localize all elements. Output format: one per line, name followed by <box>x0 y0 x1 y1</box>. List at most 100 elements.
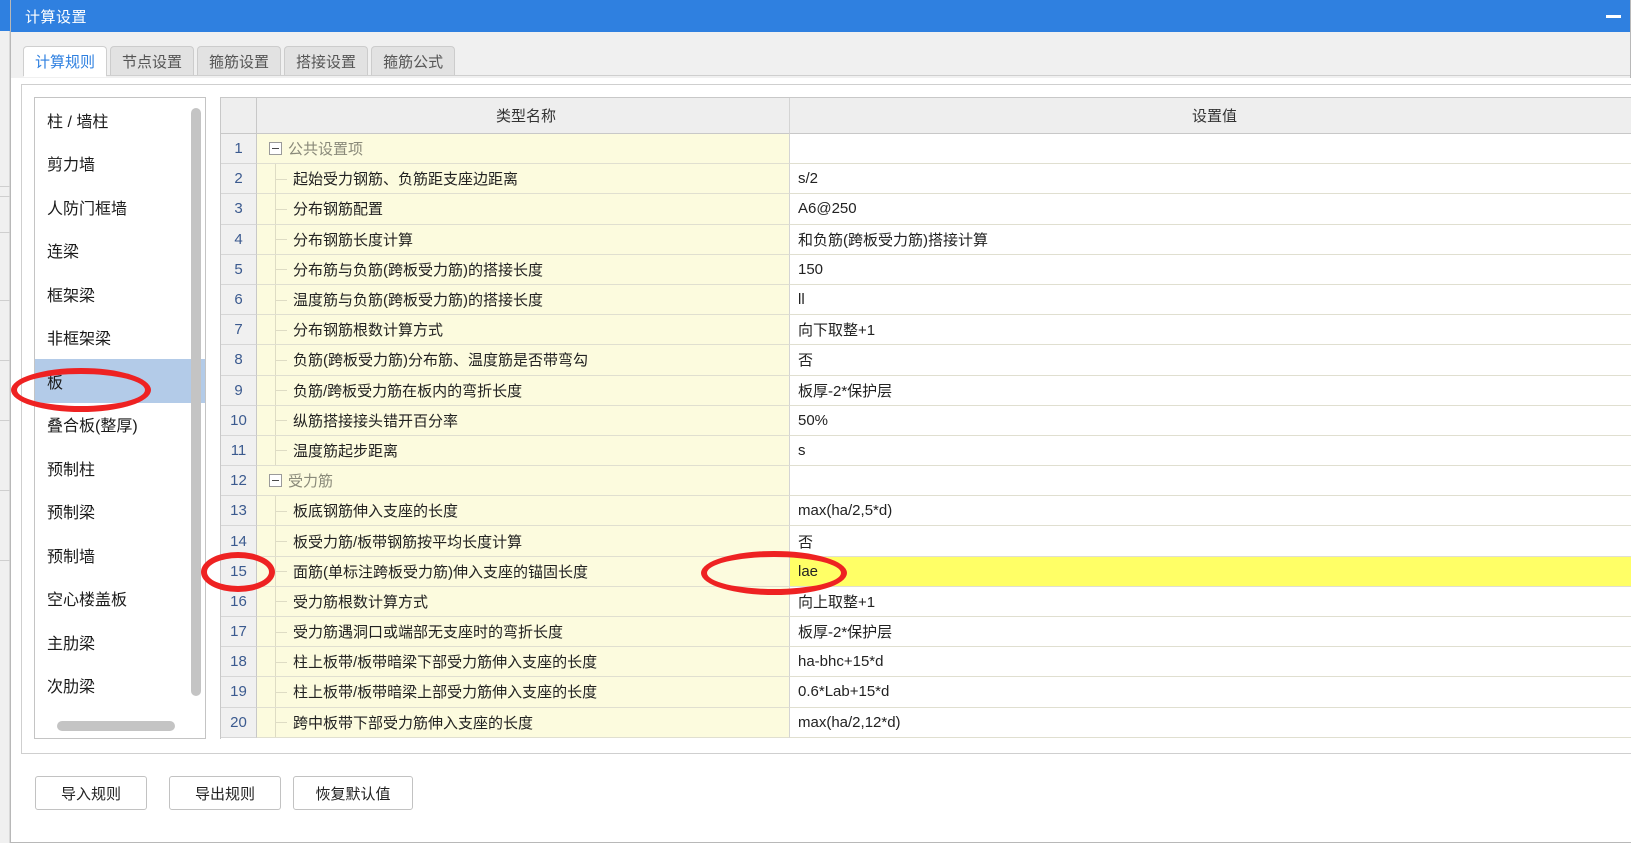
collapse-minus-icon[interactable] <box>269 474 282 488</box>
type-name-cell[interactable]: 受力筋 <box>257 466 790 497</box>
setting-value-cell[interactable]: 和负筋(跨板受力筋)搭接计算 <box>790 224 1631 255</box>
tab-0[interactable]: 计算规则 <box>23 46 108 77</box>
setting-value-cell[interactable]: 50% <box>790 405 1631 436</box>
type-name-cell[interactable]: 温度筋起步距离 <box>257 435 790 467</box>
type-name-cell[interactable]: 纵筋搭接接头错开百分率 <box>257 405 790 436</box>
table-row[interactable]: 5 分布筋与负筋(跨板受力筋)的搭接长度 150 <box>221 254 1631 285</box>
tree-branch-line <box>263 194 289 224</box>
type-name-cell[interactable]: 分布钢筋长度计算 <box>257 224 790 255</box>
table-row[interactable]: 2 起始受力钢筋、负筋距支座边距离 s/2 <box>221 164 1631 195</box>
table-row[interactable]: 17 受力筋遇洞口或端部无支座时的弯折长度 板厚-2*保护层 <box>221 617 1631 648</box>
type-name-cell[interactable]: 公共设置项 <box>257 134 790 165</box>
tab-2[interactable]: 箍筋设置 <box>197 46 282 76</box>
tab-1[interactable]: 节点设置 <box>110 46 195 76</box>
table-row[interactable]: 12 受力筋 <box>221 466 1631 497</box>
setting-value-cell[interactable]: 150 <box>790 254 1631 285</box>
sidebar-item-8[interactable]: 预制柱 <box>35 446 205 490</box>
sidebar-item-9[interactable]: 预制梁 <box>35 490 205 534</box>
setting-value-cell[interactable]: 向下取整+1 <box>790 315 1631 346</box>
sidebar-item-1[interactable]: 剪力墙 <box>35 142 205 186</box>
type-name-cell[interactable]: 起始受力钢筋、负筋距支座边距离 <box>257 164 790 195</box>
table-row[interactable]: 10 纵筋搭接接头错开百分率 50% <box>221 405 1631 436</box>
sidebar-horizontal-scrollbar[interactable] <box>57 721 175 731</box>
sidebar-item-13[interactable]: 次肋梁 <box>35 664 205 708</box>
sidebar-item-11[interactable]: 空心楼盖板 <box>35 577 205 621</box>
table-row[interactable]: 14 板受力筋/板带钢筋按平均长度计算 否 <box>221 526 1631 557</box>
sidebar-item-6[interactable]: 板 <box>35 359 205 403</box>
setting-value-cell[interactable]: lae <box>790 556 1631 587</box>
type-name-cell[interactable]: 分布钢筋配置 <box>257 194 790 225</box>
sidebar-item-0[interactable]: 柱 / 墙柱 <box>35 98 205 142</box>
table-row[interactable]: 9 负筋/跨板受力筋在板内的弯折长度 板厚-2*保护层 <box>221 375 1631 406</box>
sidebar-vertical-scrollbar[interactable] <box>191 108 201 696</box>
table-row[interactable]: 15 面筋(单标注跨板受力筋)伸入支座的锚固长度 lae <box>221 556 1631 587</box>
table-row[interactable]: 4 分布钢筋长度计算 和负筋(跨板受力筋)搭接计算 <box>221 224 1631 255</box>
setting-value-cell[interactable]: 向上取整+1 <box>790 586 1631 617</box>
minimize-icon[interactable] <box>1596 0 1630 32</box>
grid-header-setting-value[interactable]: 设置值 <box>790 98 1631 134</box>
setting-value-cell[interactable]: max(ha/2,5*d) <box>790 496 1631 527</box>
setting-value-cell[interactable]: s/2 <box>790 164 1631 195</box>
type-name-cell[interactable]: 温度筋与负筋(跨板受力筋)的搭接长度 <box>257 284 790 316</box>
setting-value-cell[interactable]: 板厚-2*保护层 <box>790 617 1631 648</box>
type-name-cell[interactable]: 面筋(单标注跨板受力筋)伸入支座的锚固长度 <box>257 556 790 587</box>
tree-branch-line <box>263 284 289 315</box>
table-row[interactable]: 20 跨中板带下部受力筋伸入支座的长度 max(ha/2,12*d) <box>221 707 1631 738</box>
type-name-cell[interactable]: 受力筋根数计算方式 <box>257 586 790 617</box>
footer-button-2[interactable]: 恢复默认值 <box>293 776 413 810</box>
setting-value-cell[interactable]: s <box>790 435 1631 467</box>
tree-branch-line <box>263 375 289 405</box>
setting-value-cell[interactable]: ll <box>790 284 1631 316</box>
setting-value-cell[interactable]: max(ha/2,12*d) <box>790 707 1631 738</box>
type-name-cell[interactable]: 柱上板带/板带暗梁下部受力筋伸入支座的长度 <box>257 647 790 678</box>
tab-4[interactable]: 箍筋公式 <box>371 46 456 76</box>
footer-button-label: 导入规则 <box>60 785 121 803</box>
type-name-cell[interactable]: 分布筋与负筋(跨板受力筋)的搭接长度 <box>257 254 790 285</box>
setting-value-cell[interactable]: ha-bhc+15*d <box>790 647 1631 678</box>
table-row[interactable]: 19 柱上板带/板带暗梁上部受力筋伸入支座的长度 0.6*Lab+15*d <box>221 677 1631 708</box>
sidebar-item-5[interactable]: 非框架梁 <box>35 316 205 360</box>
sidebar-item-10[interactable]: 预制墙 <box>35 533 205 577</box>
sidebar-item-label: 预制梁 <box>47 505 96 523</box>
type-name-cell[interactable]: 负筋/跨板受力筋在板内的弯折长度 <box>257 375 790 406</box>
type-name-cell[interactable]: 负筋(跨板受力筋)分布筋、温度筋是否带弯勾 <box>257 345 790 376</box>
type-name-cell[interactable]: 跨中板带下部受力筋伸入支座的长度 <box>257 707 790 738</box>
footer-button-1[interactable]: 导出规则 <box>169 776 281 810</box>
setting-value-cell[interactable] <box>790 134 1631 165</box>
type-name-cell[interactable]: 板底钢筋伸入支座的长度 <box>257 496 790 527</box>
table-row[interactable]: 11 温度筋起步距离 s <box>221 435 1631 467</box>
setting-value-cell[interactable]: A6@250 <box>790 194 1631 225</box>
table-row[interactable]: 13 板底钢筋伸入支座的长度 max(ha/2,5*d) <box>221 496 1631 527</box>
setting-value-cell[interactable]: 0.6*Lab+15*d <box>790 677 1631 708</box>
tree-branch-line <box>263 315 289 345</box>
sidebar-item-2[interactable]: 人防门框墙 <box>35 185 205 229</box>
setting-name-label: 分布钢筋根数计算方式 <box>293 322 444 340</box>
type-name-cell[interactable]: 柱上板带/板带暗梁上部受力筋伸入支座的长度 <box>257 677 790 708</box>
setting-value-cell[interactable]: 板厚-2*保护层 <box>790 375 1631 406</box>
tree-branch-line <box>263 677 289 707</box>
grid-body: 1 公共设置项 2 起始受力钢筋、负筋距支座边距离 s/2 3 分布钢筋配置 A6@250 4 分… <box>221 134 1631 738</box>
tab-3[interactable]: 搭接设置 <box>284 46 369 76</box>
type-name-cell[interactable]: 受力筋遇洞口或端部无支座时的弯折长度 <box>257 617 790 648</box>
table-row[interactable]: 8 负筋(跨板受力筋)分布筋、温度筋是否带弯勾 否 <box>221 345 1631 376</box>
table-row[interactable]: 7 分布钢筋根数计算方式 向下取整+1 <box>221 315 1631 346</box>
sidebar-item-4[interactable]: 框架梁 <box>35 272 205 316</box>
sidebar-item-3[interactable]: 连梁 <box>35 229 205 273</box>
table-row[interactable]: 3 分布钢筋配置 A6@250 <box>221 194 1631 225</box>
table-row[interactable]: 18 柱上板带/板带暗梁下部受力筋伸入支座的长度 ha-bhc+15*d <box>221 647 1631 678</box>
collapse-minus-icon[interactable] <box>269 142 282 156</box>
table-row[interactable]: 1 公共设置项 <box>221 134 1631 165</box>
type-name-cell[interactable]: 分布钢筋根数计算方式 <box>257 315 790 346</box>
table-row[interactable]: 16 受力筋根数计算方式 向上取整+1 <box>221 586 1631 617</box>
setting-value-cell[interactable] <box>790 466 1631 497</box>
type-name-cell[interactable]: 板受力筋/板带钢筋按平均长度计算 <box>257 526 790 557</box>
setting-value-cell[interactable]: 否 <box>790 345 1631 376</box>
footer-button-0[interactable]: 导入规则 <box>35 776 147 810</box>
tab-label: 箍筋公式 <box>383 54 444 71</box>
tree-branch-line <box>263 707 289 737</box>
setting-value-cell[interactable]: 否 <box>790 526 1631 557</box>
grid-header-type-name[interactable]: 类型名称 <box>257 98 790 134</box>
sidebar-item-12[interactable]: 主肋梁 <box>35 620 205 664</box>
table-row[interactable]: 6 温度筋与负筋(跨板受力筋)的搭接长度 ll <box>221 284 1631 316</box>
sidebar-item-7[interactable]: 叠合板(整厚) <box>35 403 205 447</box>
